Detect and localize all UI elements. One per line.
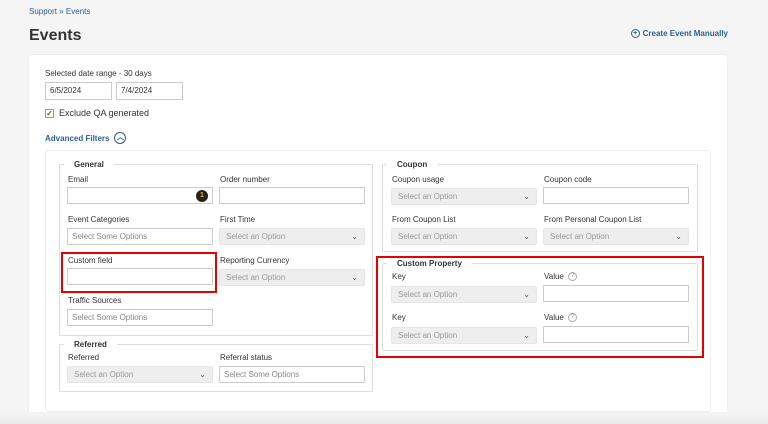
advanced-filters-toggle[interactable]: Advanced Filters ︿	[45, 132, 127, 144]
referral-status-select[interactable]: Select Some Options	[219, 366, 365, 383]
page-title: Events	[29, 27, 82, 44]
custom-field-highlight	[61, 252, 217, 293]
general-legend: General	[74, 160, 104, 169]
chevron-down-icon: ⌄	[523, 192, 530, 201]
chevron-down-icon: ⌄	[351, 232, 358, 241]
start-date-input[interactable]: 6/5/2024	[45, 82, 112, 100]
from-personal-coupon-list-placeholder: Select an Option	[550, 232, 610, 241]
coupon-usage-label: Coupon usage	[392, 175, 445, 184]
password-manager-icon[interactable]: 1	[196, 190, 208, 202]
coupon-usage-select[interactable]: Select an Option ⌄	[391, 188, 537, 205]
create-event-button[interactable]: + Create Event Manually	[630, 29, 728, 38]
from-coupon-list-label: From Coupon List	[392, 215, 456, 224]
chevron-down-icon: ⌄	[199, 370, 206, 379]
date-range-label: Selected date range - 30 days	[45, 69, 152, 78]
event-categories-label: Event Categories	[68, 215, 130, 224]
breadcrumb[interactable]: Support » Events	[29, 7, 90, 16]
from-coupon-list-select[interactable]: Select an Option ⌄	[391, 228, 537, 245]
coupon-code-label: Coupon code	[544, 175, 592, 184]
email-label: Email	[68, 175, 89, 184]
from-coupon-list-placeholder: Select an Option	[398, 232, 458, 241]
email-field[interactable]: 1	[67, 187, 213, 204]
page-bottom-edge	[0, 412, 768, 424]
first-time-placeholder: Select an Option	[226, 232, 286, 241]
custom-property-highlight	[376, 256, 704, 358]
referral-status-label: Referral status	[220, 353, 273, 362]
from-personal-coupon-list-label: From Personal Coupon List	[544, 215, 642, 224]
plus-circle-icon: +	[630, 29, 640, 38]
exclude-qa-label: Exclude QA generated	[59, 108, 150, 118]
reporting-currency-label: Reporting Currency	[220, 256, 290, 265]
referred-select[interactable]: Select an Option ⌄	[67, 366, 213, 383]
event-categories-select[interactable]: Select Some Options	[67, 228, 213, 245]
referred-label: Referred	[68, 353, 100, 362]
chevron-down-icon: ⌄	[351, 273, 358, 282]
reporting-currency-placeholder: Select an Option	[226, 273, 286, 282]
end-date-input[interactable]: 7/4/2024	[116, 82, 183, 100]
order-number-label: Order number	[220, 175, 270, 184]
first-time-label: First Time	[220, 215, 256, 224]
traffic-sources-label: Traffic Sources	[68, 296, 122, 305]
chevron-down-icon: ⌄	[675, 232, 682, 241]
referred-placeholder: Select an Option	[74, 370, 134, 379]
traffic-sources-select[interactable]: Select Some Options	[67, 309, 213, 326]
create-event-label: Create Event Manually	[642, 29, 728, 38]
from-personal-coupon-list-select[interactable]: Select an Option ⌄	[543, 228, 689, 245]
chevron-down-icon: ⌄	[523, 232, 530, 241]
first-time-select[interactable]: Select an Option ⌄	[219, 228, 365, 245]
exclude-qa-toggle[interactable]: ✓ Exclude QA generated	[45, 108, 149, 118]
referred-legend: Referred	[74, 340, 107, 349]
order-number-field[interactable]	[219, 187, 365, 204]
coupon-legend: Coupon	[397, 160, 428, 169]
exclude-qa-checkbox[interactable]: ✓	[45, 108, 54, 118]
coupon-usage-placeholder: Select an Option	[398, 192, 458, 201]
coupon-code-field[interactable]	[543, 187, 689, 204]
chevron-up-icon[interactable]: ︿	[114, 132, 127, 144]
advanced-filters-label: Advanced Filters	[45, 133, 110, 143]
reporting-currency-select[interactable]: Select an Option ⌄	[219, 269, 365, 286]
